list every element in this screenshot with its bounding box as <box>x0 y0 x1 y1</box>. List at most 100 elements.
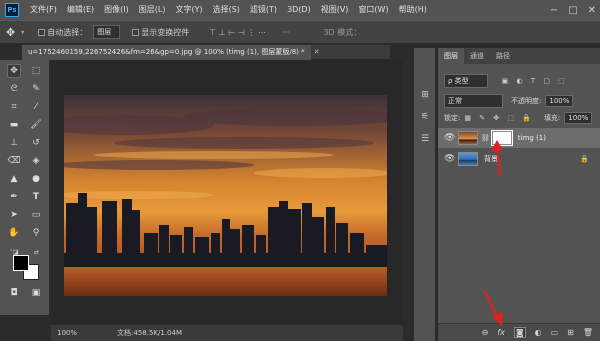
history-brush-tool-icon[interactable]: ↺ <box>29 136 43 150</box>
menu-view[interactable]: 视图(V) <box>316 0 354 20</box>
lasso-tool-icon[interactable]: ᘓ <box>7 82 21 96</box>
visibility-eye-icon[interactable]: 👁 <box>444 154 458 164</box>
layer-mask-thumbnail[interactable] <box>490 130 513 146</box>
options-bar: ✥ ▾ 自动选择： 图层 显示变换控件 ⊤ ⊥ ⊢ ⊣ ⋮ ⋯ ··· 3D 模… <box>0 20 600 44</box>
opacity-field[interactable]: 100% <box>545 95 574 107</box>
pen-tool-icon[interactable]: ✒ <box>7 190 21 204</box>
zoom-tool-icon[interactable]: ⚲ <box>29 226 43 240</box>
visibility-eye-icon[interactable]: 👁 <box>444 133 458 143</box>
healing-brush-tool-icon[interactable]: ▬ <box>7 118 21 132</box>
menu-window[interactable]: 窗口(W) <box>353 0 393 20</box>
photoshop-logo: Ps <box>5 3 19 17</box>
menu-bar: Ps 文件(F) 编辑(E) 图像(I) 图层(L) 文字(Y) 选择(S) 滤… <box>0 0 600 20</box>
new-layer-icon[interactable]: ⊞ <box>567 328 574 337</box>
layer-name[interactable]: timg (1) <box>518 134 546 142</box>
screen-mode-icon[interactable]: ▣ <box>29 286 43 300</box>
document-info: 文档:458.5K/1.04M <box>117 329 182 337</box>
blend-mode-dropdown[interactable]: 正常 <box>444 94 503 108</box>
paint-bucket-tool-icon[interactable]: ◈ <box>29 154 43 168</box>
layer-thumbnail <box>458 131 478 145</box>
menu-edit[interactable]: 编辑(E) <box>62 0 99 20</box>
dodge-tool-icon[interactable]: ● <box>29 172 43 186</box>
fx-icon[interactable]: fx <box>497 328 505 337</box>
tab-paths[interactable]: 路径 <box>490 48 516 64</box>
zoom-level[interactable]: 100% <box>57 329 77 337</box>
marquee-tool-icon[interactable]: ⬚ <box>29 64 43 78</box>
move-tool-preset-icon[interactable]: ✥ <box>6 26 15 39</box>
more-options-button[interactable]: ··· <box>282 28 290 37</box>
move-tool-icon[interactable]: ✥ <box>7 64 21 78</box>
align-icons[interactable]: ⊤ ⊥ ⊢ ⊣ ⋮ ⋯ <box>209 28 266 37</box>
lock-row: 锁定: ▦ ✎ ✥ ⬚ 🔒 填充: 100% <box>444 112 593 124</box>
adjustments-panel-icon[interactable]: ⚟ <box>418 110 432 124</box>
layer-name[interactable]: 背景 <box>484 154 498 164</box>
blend-row: 正常 不透明度: 100% <box>444 94 574 108</box>
checkbox-icon <box>132 28 140 36</box>
blur-tool-icon[interactable]: ▲ <box>7 172 21 186</box>
menu-image[interactable]: 图像(I) <box>99 0 134 20</box>
panel-tabs: 图层 通道 路径 <box>438 48 600 64</box>
mask-link-icon[interactable]: ⛓ <box>481 134 490 142</box>
brush-tool-icon[interactable]: 🖌 <box>29 118 43 132</box>
status-bar: 100% 文档:458.5K/1.04M <box>51 324 403 341</box>
tab-layers[interactable]: 图层 <box>438 48 464 64</box>
rectangle-tool-icon[interactable]: ▭ <box>29 208 43 222</box>
menu-filter[interactable]: 滤镜(T) <box>245 0 282 20</box>
menu-file[interactable]: 文件(F) <box>25 0 62 20</box>
quick-select-tool-icon[interactable]: ✎ <box>29 82 43 96</box>
layer-thumbnail <box>458 152 478 166</box>
photo-artwork <box>64 95 387 296</box>
preset-dropdown-icon[interactable]: ▾ <box>21 29 24 36</box>
layer-row-background[interactable]: 👁 背景 🔒 <box>438 149 600 169</box>
filter-icons[interactable]: ▣ ◐ T ▢ ⬚ <box>502 77 568 85</box>
window-controls: − □ ✕ <box>550 0 596 20</box>
lock-icons[interactable]: ▦ ✎ ✥ ⬚ 🔒 <box>464 114 534 122</box>
close-tab-icon[interactable]: ✕ <box>314 48 320 56</box>
menu-layer[interactable]: 图层(L) <box>134 0 171 20</box>
path-selection-tool-icon[interactable]: ➤ <box>7 208 21 222</box>
properties-panel-icon[interactable]: ☰ <box>418 132 432 146</box>
layer-filter-row: ρ 类型 ▣ ◐ T ▢ ⬚ <box>444 74 568 88</box>
show-transform-checkbox[interactable]: 显示变换控件 <box>132 27 189 38</box>
menu-help[interactable]: 帮助(H) <box>394 0 432 20</box>
trash-icon[interactable]: 🗑 <box>583 328 593 337</box>
menu-3d[interactable]: 3D(D) <box>282 0 316 20</box>
minimize-button[interactable]: − <box>550 5 558 16</box>
opacity-label: 不透明度: <box>511 97 542 105</box>
document-tab[interactable]: u=1752460159,226752426&fm=26&gp=0.jpg @ … <box>22 44 311 60</box>
swap-colors-icon[interactable]: ⇄ <box>34 249 39 256</box>
eyedropper-tool-icon[interactable]: ⁄ <box>29 100 43 114</box>
clone-stamp-tool-icon[interactable]: ⊥ <box>7 136 21 150</box>
layer-row-timg[interactable]: 👁 ⛓ timg (1) <box>438 128 600 148</box>
link-icon[interactable]: ⊖ <box>482 328 489 337</box>
layer-filter-dropdown[interactable]: ρ 类型 <box>444 74 488 88</box>
collapsed-panel-strip: ⊞ ⚟ ☰ <box>413 48 435 341</box>
fill-field[interactable]: 100% <box>564 112 593 124</box>
group-icon[interactable]: ▭ <box>551 328 559 337</box>
lock-label: 锁定: <box>444 114 461 122</box>
menu-type[interactable]: 文字(Y) <box>170 0 207 20</box>
history-panel-icon[interactable]: ⊞ <box>418 88 432 102</box>
quick-mask-icon[interactable]: ◘ <box>7 286 21 300</box>
document-tab-bar: u=1752460159,226752426&fm=26&gp=0.jpg @ … <box>22 44 390 60</box>
add-mask-icon[interactable]: ◙ <box>513 327 526 338</box>
hand-tool-icon[interactable]: ✋ <box>7 226 21 240</box>
auto-select-checkbox[interactable]: 自动选择： <box>38 27 87 38</box>
auto-select-label: 自动选择： <box>47 27 88 37</box>
3d-mode-label: 3D 模式： <box>323 27 362 37</box>
foreground-color-swatch[interactable] <box>13 255 29 271</box>
crop-tool-icon[interactable]: ⌗ <box>7 100 21 114</box>
maximize-button[interactable]: □ <box>568 5 577 16</box>
fill-label: 填充: <box>543 114 561 122</box>
eraser-tool-icon[interactable]: ⌫ <box>7 154 21 168</box>
auto-select-dropdown[interactable]: 图层 <box>93 25 121 39</box>
tab-channels[interactable]: 通道 <box>464 48 490 64</box>
menu-select[interactable]: 选择(S) <box>208 0 245 20</box>
menu-list: 文件(F) 编辑(E) 图像(I) 图层(L) 文字(Y) 选择(S) 滤镜(T… <box>25 0 432 20</box>
close-button[interactable]: ✕ <box>588 5 596 16</box>
adjustment-icon[interactable]: ◐ <box>535 328 542 337</box>
type-tool-icon[interactable]: T <box>29 190 43 204</box>
sunset-city-photo[interactable] <box>64 95 387 296</box>
lock-icon: 🔒 <box>580 155 589 163</box>
layers-panel-footer: ⊖ fx ◙ ◐ ▭ ⊞ 🗑 <box>438 323 600 341</box>
